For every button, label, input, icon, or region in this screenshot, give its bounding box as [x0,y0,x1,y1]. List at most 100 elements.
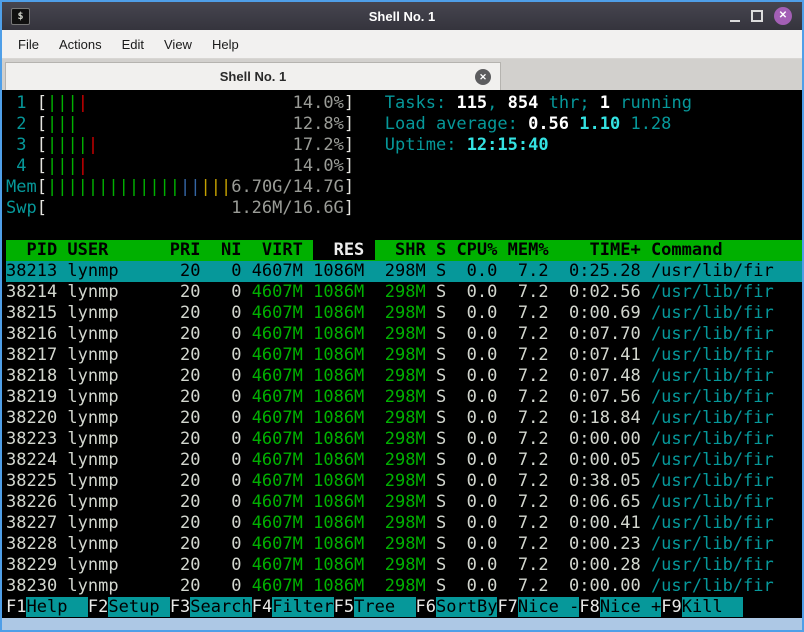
tasks-summary: thr; [538,93,600,113]
fkey-key-label: F8 [579,597,600,617]
column-header-virt[interactable]: VIRT [252,240,313,260]
fkey-F5[interactable]: F5Tree [334,597,416,617]
tab-close-icon: ✕ [479,71,487,82]
tabbar: Shell No. 1 ✕ [2,59,802,90]
menu-view[interactable]: View [154,33,202,56]
fkey-F8[interactable]: F8Nice + [579,597,662,617]
meter-bracket: [ [36,177,47,197]
fkey-F6[interactable]: F6SortBy [416,597,498,617]
fkey-key-label: F6 [415,597,437,617]
fkey-action-label: Nice - [517,597,580,617]
cpu-meter-4: 4 [|||| 14.0%] [6,156,802,177]
process-row[interactable]: 38227 lynmp 20 0 4607M 1086M 298M S 0.0 … [6,513,802,534]
menu-file[interactable]: File [8,33,49,56]
meter-value: 12.8% [292,114,344,134]
fkey-F3[interactable]: F3Search [170,597,252,617]
meter-bracket: ] [343,177,355,197]
fkey-key-label: F9 [661,597,682,617]
meter-bars: ||| [46,93,78,113]
terminal-app-icon: $ [11,7,30,25]
process-row[interactable]: 38229 lynmp 20 0 4607M 1086M 298M S 0.0 … [6,555,802,576]
process-row[interactable]: 38225 lynmp 20 0 4607M 1086M 298M S 0.0 … [6,471,802,492]
fkey-key-label: F3 [169,597,191,617]
process-row[interactable]: 38216 lynmp 20 0 4607M 1086M 298M S 0.0 … [6,324,802,345]
meter-bars: ||| [200,177,232,197]
window-title: Shell No. 1 [368,8,436,24]
process-row[interactable]: 38220 lynmp 20 0 4607M 1086M 298M S 0.0 … [6,408,802,429]
cpu-meter-1: 1 [|||| 14.0%] Tasks: 115, 854 thr; 1 ru… [6,93,802,114]
fkey-action-label: Tree [354,597,416,617]
titlebar[interactable]: $ Shell No. 1 ✕ [2,2,802,30]
meter-value: 1.26M/16.6G [231,198,344,218]
meter-bracket: ] [343,135,355,155]
meter-bracket: [ [36,135,47,155]
process-row[interactable]: 38228 lynmp 20 0 4607M 1086M 298M S 0.0 … [6,534,802,555]
meter-label: Mem [6,177,37,197]
process-row[interactable]: 38224 lynmp 20 0 4607M 1086M 298M S 0.0 … [6,450,802,471]
uptime: 12:15:40 [466,135,549,155]
load-average: Load average: [384,114,529,134]
column-header-pri[interactable]: PRI [170,240,211,260]
column-header-res[interactable]: RES [313,240,375,260]
fkey-F4[interactable]: F4Filter [252,597,334,617]
tab-label: Shell No. 1 [219,69,287,84]
maximize-button[interactable] [751,10,763,22]
tasks-summary: running [610,93,692,113]
tasks-summary: Tasks: [384,93,457,113]
menu-edit[interactable]: Edit [112,33,154,56]
load-average: 0.56 [528,114,580,134]
meter-value: 14.0% [292,93,344,113]
column-header-s[interactable]: S [436,240,456,260]
column-header-command[interactable]: Command [651,240,723,260]
column-header-mem[interactable]: MEM% [508,240,559,260]
meter-label: 3 [6,135,37,155]
column-header-ni[interactable]: NI [211,240,252,260]
process-row[interactable]: 38219 lynmp 20 0 4607M 1086M 298M S 0.0 … [6,387,802,408]
fkey-F1[interactable]: F1Help [6,597,88,617]
fkey-key-label: F5 [333,597,355,617]
terminal-window: $ Shell No. 1 ✕ File Actions Edit View H… [0,0,804,632]
process-row[interactable]: 38226 lynmp 20 0 4607M 1086M 298M S 0.0 … [6,492,802,513]
process-row[interactable]: 38215 lynmp 20 0 4607M 1086M 298M S 0.0 … [6,303,802,324]
tab-close-button[interactable]: ✕ [475,68,491,85]
load-average: 1.28 [630,114,672,134]
fkey-action-label: Kill [681,597,744,617]
meter-label: 4 [6,156,37,176]
column-header-user[interactable]: USER [67,240,169,260]
tasks-summary: , [487,93,508,113]
process-row[interactable]: 38213 lynmp 20 0 4607M 1086M 298M S 0.0 … [6,261,802,282]
fkey-F2[interactable]: F2Setup [88,597,170,617]
tasks-summary: 854 [507,93,539,113]
process-row[interactable]: 38230 lynmp 20 0 4607M 1086M 298M S 0.0 … [6,576,802,597]
column-header-shr[interactable]: SHR [375,240,436,260]
process-row[interactable]: 38217 lynmp 20 0 4607M 1086M 298M S 0.0 … [6,345,802,366]
menu-actions[interactable]: Actions [49,33,112,56]
minimize-button[interactable] [730,11,740,22]
mem-meter: Mem[||||||||||||||||||6.70G/14.7G] [6,177,802,198]
meter-value: 17.2% [292,135,344,155]
process-row[interactable]: 38223 lynmp 20 0 4607M 1086M 298M S 0.0 … [6,429,802,450]
fkey-action-label: SortBy [436,597,498,617]
process-row[interactable]: 38214 lynmp 20 0 4607M 1086M 298M S 0.0 … [6,282,802,303]
cpu-meter-3: 3 [||||| 17.2%] Uptime: 12:15:40 [6,135,802,156]
fkey-F9[interactable]: F9Kill [661,597,744,617]
uptime: Uptime: [384,135,467,155]
terminal-screen[interactable]: 1 [|||| 14.0%] Tasks: 115, 854 thr; 1 ru… [2,90,802,618]
meter-bracket: [ [36,198,47,218]
column-header-time[interactable]: TIME+ [559,240,651,260]
column-header-pid[interactable]: PID [6,240,67,260]
fkey-key-label: F7 [497,597,518,617]
close-button[interactable]: ✕ [774,7,792,25]
process-table-header: PID USER PRI NI VIRT RES SHR S CPU% MEM%… [6,240,802,261]
meter-bracket: [ [36,114,47,134]
fkey-action-label: Search [190,597,252,617]
tasks-summary: 1 [599,93,611,113]
fkey-F7[interactable]: F7Nice - [497,597,580,617]
tab-shell-no-1[interactable]: Shell No. 1 ✕ [5,62,501,90]
menu-help[interactable]: Help [202,33,249,56]
process-row[interactable]: 38218 lynmp 20 0 4607M 1086M 298M S 0.0 … [6,366,802,387]
column-header-cpu[interactable]: CPU% [456,240,507,260]
menubar: File Actions Edit View Help [2,30,802,59]
meter-bars: |||| [46,135,88,155]
